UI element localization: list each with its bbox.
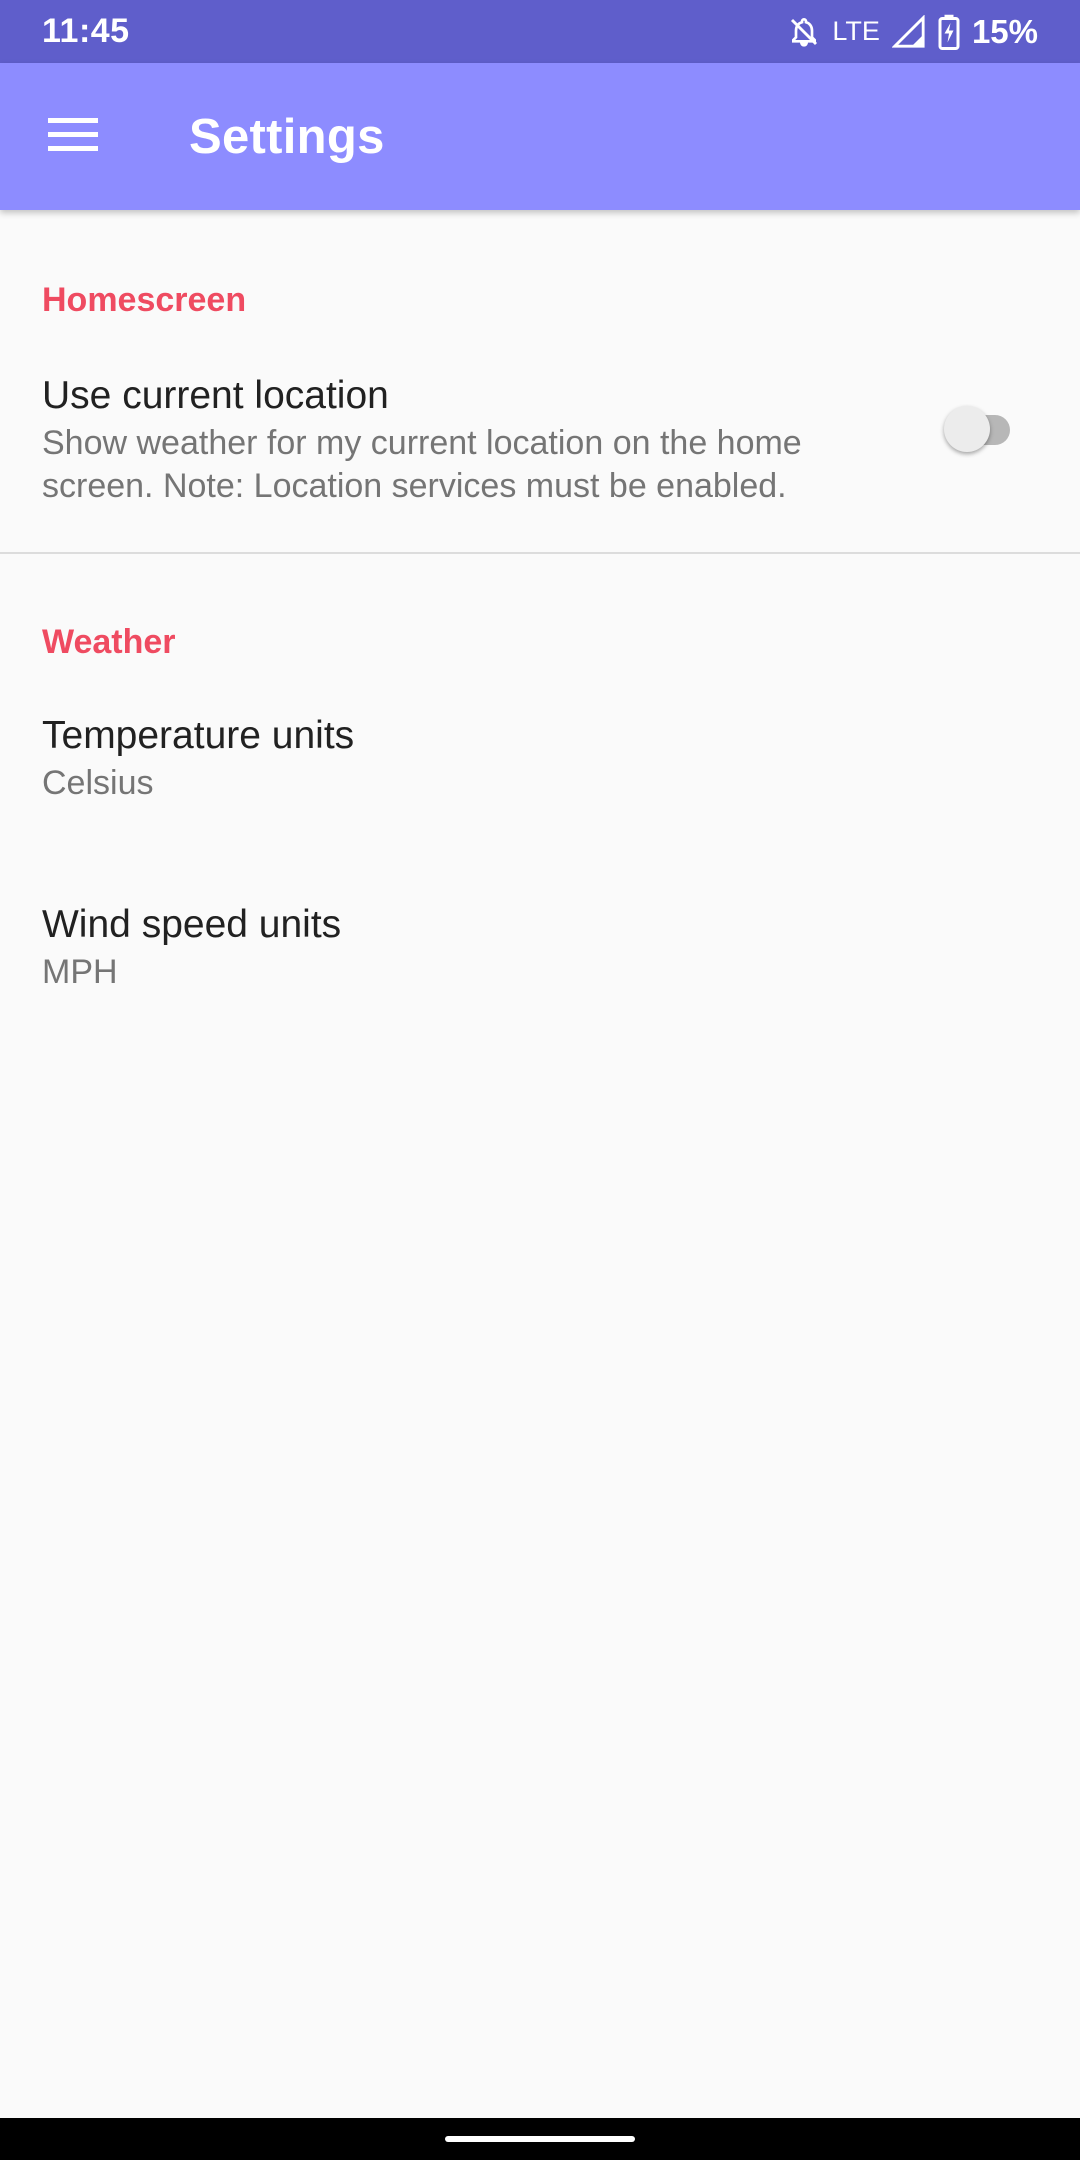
section-header-weather: Weather <box>42 623 176 661</box>
notifications-off-icon <box>788 15 820 49</box>
pref-summary-use-location: Show weather for my current location on … <box>42 424 802 505</box>
settings-list: Homescreen Use current location Show wea… <box>0 210 1080 1034</box>
pref-title-wind: Wind speed units <box>42 903 342 946</box>
home-gesture-handle[interactable] <box>445 2136 635 2142</box>
battery-charging-icon <box>938 14 960 50</box>
signal-icon <box>891 14 926 49</box>
section-header-homescreen: Homescreen <box>42 281 247 319</box>
battery-percent: 15% <box>971 12 1038 50</box>
status-time: 11:45 <box>42 12 130 50</box>
wind-speed-units-pref[interactable]: Wind speed units MPH <box>0 845 1080 1034</box>
hamburger-menu-icon <box>48 116 98 157</box>
status-icons: LTE 15% <box>788 13 1038 51</box>
temperature-units-pref[interactable]: Temperature units Celsius <box>0 662 1080 845</box>
navigation-bar <box>0 2118 1080 2160</box>
network-type: LTE <box>832 16 880 46</box>
toggle-thumb <box>944 406 990 452</box>
location-toggle[interactable] <box>944 406 1010 452</box>
app-bar: Settings <box>0 63 1080 210</box>
page-title: Settings <box>189 109 385 164</box>
use-current-location-pref[interactable]: Use current location Show weather for my… <box>0 320 1080 552</box>
pref-title-use-location: Use current location <box>42 374 389 417</box>
pref-value-wind: MPH <box>42 953 118 991</box>
status-bar: 11:45 LTE 15% <box>0 0 1080 63</box>
menu-button[interactable] <box>23 87 123 187</box>
pref-value-temperature: Celsius <box>42 764 154 802</box>
pref-title-temperature: Temperature units <box>42 714 355 757</box>
